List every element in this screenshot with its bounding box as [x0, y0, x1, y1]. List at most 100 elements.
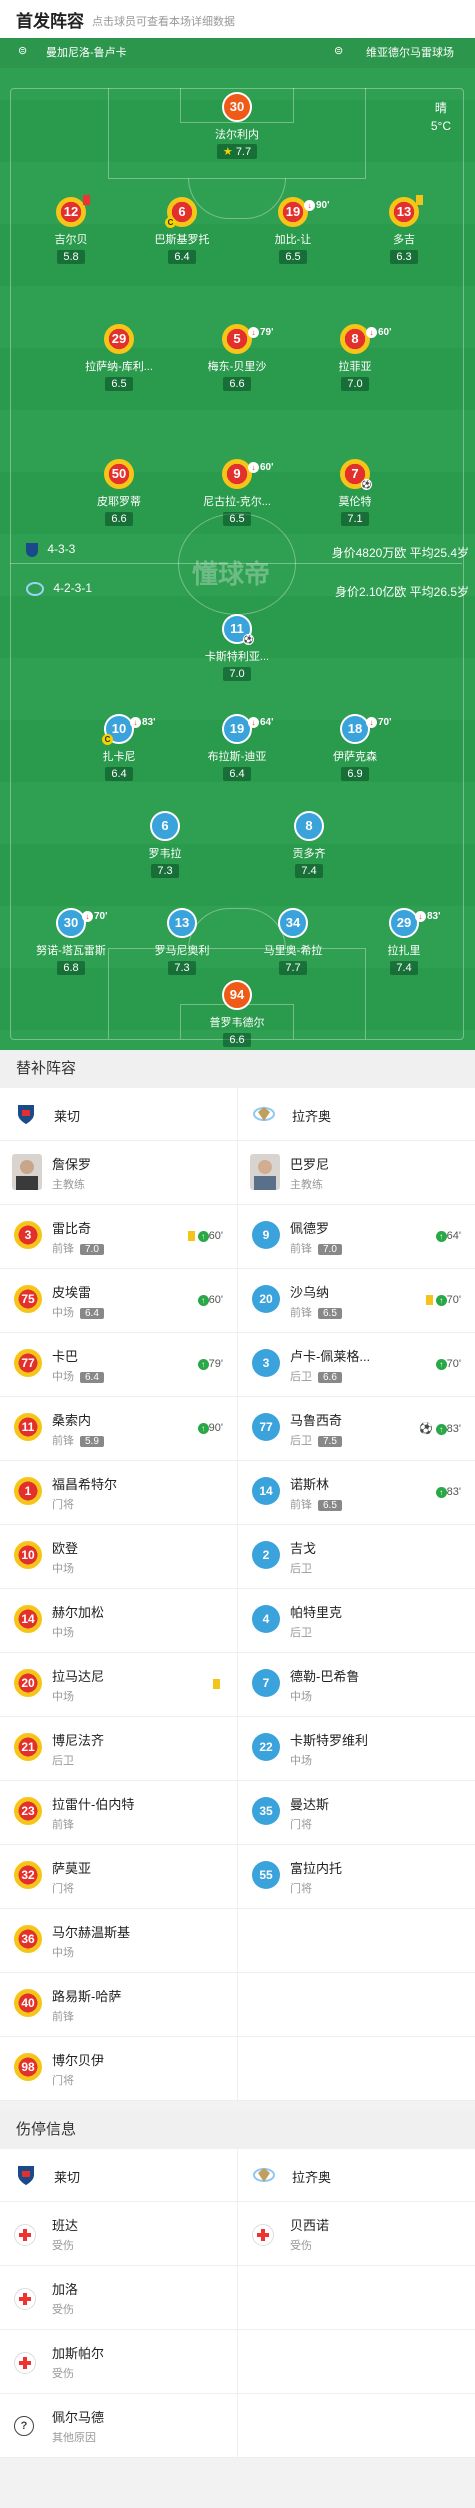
lazio-player-6[interactable]: 8 贡多齐 7.4	[254, 811, 364, 879]
sub-off-icon: ↓	[248, 717, 259, 728]
lecce-player-2[interactable]: 12 吉尔贝 5.8	[16, 195, 126, 265]
lazio-team-header[interactable]: 拉齐奥	[238, 1088, 475, 1140]
lecce-sub[interactable]: 98 博尔贝伊 门将	[0, 2037, 238, 2100]
star-icon: ★	[222, 146, 233, 158]
jersey: 8 ↓ 60'	[340, 324, 392, 354]
empty-cell	[238, 2266, 475, 2329]
lecce-player-3[interactable]: 6C 巴斯基罗托 6.4	[127, 197, 237, 265]
lazio-sub[interactable]: 9 佩德罗 前锋 7.0 ↑ 64'	[238, 1205, 475, 1268]
venue-bar: ⊜ 曼加尼洛-鲁卢卡 ⊜ 维亚德尔马雷球场	[0, 38, 475, 68]
player-rating: 6.6	[223, 377, 251, 391]
sub-jersey: 14	[252, 1477, 280, 1505]
lecce-sub[interactable]: 23 拉雷什-伯内特 前锋	[0, 1781, 238, 1844]
lazio-player-9[interactable]: 34 马里奥-希拉 7.7	[238, 908, 348, 976]
lazio-player-8[interactable]: 13 罗马尼奥利 7.3	[127, 908, 237, 976]
lecce-player-5[interactable]: 13 多吉 6.3	[349, 195, 459, 265]
jersey: 11 ⚽	[222, 614, 254, 645]
sub-position: 后卫	[290, 1627, 312, 1639]
jersey: 50	[104, 459, 134, 489]
captain-icon: C	[165, 217, 176, 228]
injury-reason: 其他原因	[52, 2432, 96, 2444]
lazio-team-header[interactable]: 拉齐奥	[238, 2149, 475, 2201]
lecce-player-4[interactable]: 19 ↓ 90' 加比-让 6.5	[238, 197, 348, 265]
lecce-injury[interactable]: 加斯帕尔 受伤	[0, 2330, 238, 2393]
lecce-sub[interactable]: 11 桑索内 前锋 5.9 ↑ 90'	[0, 1397, 238, 1460]
sub-rating: 6.5	[318, 1308, 342, 1319]
lazio-sub[interactable]: 3 卢卡-佩莱格... 后卫 6.6 ↑ 70'	[238, 1333, 475, 1396]
lazio-injury[interactable]: 贝西诺 受伤	[238, 2202, 475, 2265]
lecce-injury[interactable]: ? 佩尔马德 其他原因	[0, 2394, 238, 2457]
lazio-player-7[interactable]: 30 ↓ 70' 努诺-塔瓦雷斯 6.8	[16, 908, 126, 976]
lazio-sub[interactable]: 35 曼达斯 门将	[238, 1781, 475, 1844]
lecce-player-6[interactable]: 29 拉萨纳-库利... 6.5	[64, 324, 174, 392]
player-rating: 7.0	[223, 667, 251, 681]
sub-position: 门将	[52, 2075, 74, 2087]
lazio-sub[interactable]: 14 诺斯林 前锋 6.5 ↑ 83'	[238, 1461, 475, 1524]
lecce-player-9[interactable]: 50 皮耶罗蒂 6.6	[64, 459, 174, 527]
jersey: 19 ↓ 90'	[278, 197, 330, 227]
lazio-player-3[interactable]: 19 ↓ 64' 布拉斯-迪亚 6.4	[182, 714, 292, 782]
lecce-sub[interactable]: 36 马尔赫温斯基 中场	[0, 1909, 238, 1972]
sub-name: 德勒-巴希鲁	[290, 1669, 360, 1684]
lecce-player-10[interactable]: 9 ↓ 60' 尼古拉-克尔... 6.5	[182, 459, 292, 527]
player-rating: 7.3	[151, 864, 179, 878]
sub-position: 前锋	[52, 2011, 74, 2023]
lecce-team-header[interactable]: 莱切	[0, 1088, 238, 1140]
player-name: 罗马尼奥利	[154, 945, 210, 957]
lecce-injury[interactable]: 加洛 受伤	[0, 2266, 238, 2329]
lecce-player-8[interactable]: 8 ↓ 60' 拉菲亚 7.0	[300, 324, 410, 392]
lazio-player-5[interactable]: 6 罗韦拉 7.3	[110, 811, 220, 879]
lazio-player-10[interactable]: 29 ↓ 83' 拉扎里 7.4	[349, 908, 459, 976]
lecce-sub[interactable]: 1 福昌希特尔 门将	[0, 1461, 238, 1524]
lecce-sub[interactable]: 20 拉马达尼 中场	[0, 1653, 238, 1716]
lecce-sub[interactable]: 3 雷比奇 前锋 7.0 ↑ 60'	[0, 1205, 238, 1268]
sub-position: 后卫	[52, 1755, 74, 1767]
sub-events	[213, 1678, 223, 1690]
lecce-sub[interactable]: 21 博尼法齐 后卫	[0, 1717, 238, 1780]
sub-jersey: 23	[14, 1797, 42, 1825]
lecce-sub[interactable]: 14 赫尔加松 中场	[0, 1589, 238, 1652]
jersey: 9 ↓ 60'	[222, 459, 274, 489]
sub-name: 雷比奇	[52, 1221, 92, 1236]
lecce-sub[interactable]: 10 欧登 中场	[0, 1525, 238, 1588]
lazio-player-2[interactable]: 10 ↓ 83' C 扎卡尼 6.4	[64, 714, 174, 782]
lazio-sub[interactable]: 2 吉戈 后卫	[238, 1525, 475, 1588]
player-rating: 7.1	[341, 512, 369, 526]
player-rating: 6.9	[341, 767, 369, 781]
empty-cell	[238, 2394, 475, 2457]
lazio-sub[interactable]: 22 卡斯特罗维利 中场	[238, 1717, 475, 1780]
yellow-card-icon	[425, 1295, 433, 1306]
lecce-coach[interactable]: 詹保罗 主教练	[0, 1141, 238, 1204]
lecce-badge-icon	[26, 542, 38, 557]
injured-name: 贝西诺	[290, 2218, 330, 2233]
lecce-player-1[interactable]: 30 法尔利内 ★ 7.7	[182, 92, 292, 160]
sub-name: 桑索内	[52, 1413, 92, 1428]
sub-off-icon: ↓	[82, 911, 93, 922]
lazio-sub[interactable]: 77 马鲁西奇 后卫 7.5 ⚽ ↑ 83'	[238, 1397, 475, 1460]
injury-reason: 受伤	[290, 2240, 312, 2252]
lecce-sub[interactable]: 40 路易斯-哈萨 前锋	[0, 1973, 238, 2036]
lazio-player-11[interactable]: 94 普罗韦德尔 6.6	[182, 980, 292, 1048]
lecce-sub[interactable]: 77 卡巴 中场 6.4 ↑ 79'	[0, 1333, 238, 1396]
sub-jersey: 21	[14, 1733, 42, 1761]
subs-title: 替补阵容	[0, 1050, 475, 1088]
lazio-sub[interactable]: 4 帕特里克 后卫	[238, 1589, 475, 1652]
lazio-sub[interactable]: 7 德勒-巴希鲁 中场	[238, 1653, 475, 1716]
lecce-injury[interactable]: 班达 受伤	[0, 2202, 238, 2265]
lecce-team-header[interactable]: 莱切	[0, 2149, 238, 2201]
lazio-player-4[interactable]: 18 ↓ 70' 伊萨克森 6.9	[300, 714, 410, 782]
lazio-sub[interactable]: 55 富拉内托 门将	[238, 1845, 475, 1908]
lecce-player-7[interactable]: 5 ↓ 79' 梅东-贝里沙 6.6	[182, 324, 292, 392]
lecce-sub[interactable]: 75 皮埃雷 中场 6.4 ↑ 60'	[0, 1269, 238, 1332]
sub-rating: 6.4	[80, 1372, 104, 1383]
lecce-badge-icon	[14, 2163, 38, 2187]
sub-jersey: 2	[252, 1541, 280, 1569]
lecce-sub[interactable]: 32 萨莫亚 门将	[0, 1845, 238, 1908]
lazio-coach[interactable]: 巴罗尼 主教练	[238, 1141, 475, 1204]
player-name: 多吉	[393, 234, 415, 246]
lecce-player-11[interactable]: 7 ⚽ 莫伦特 7.1	[300, 459, 410, 527]
player-name: 法尔利内	[215, 129, 259, 141]
sub-jersey: 14	[14, 1605, 42, 1633]
lazio-sub[interactable]: 20 沙乌纳 前锋 6.5 ↑ 70'	[238, 1269, 475, 1332]
lazio-player-1[interactable]: 11 ⚽ 卡斯特利亚... 7.0	[182, 614, 292, 682]
